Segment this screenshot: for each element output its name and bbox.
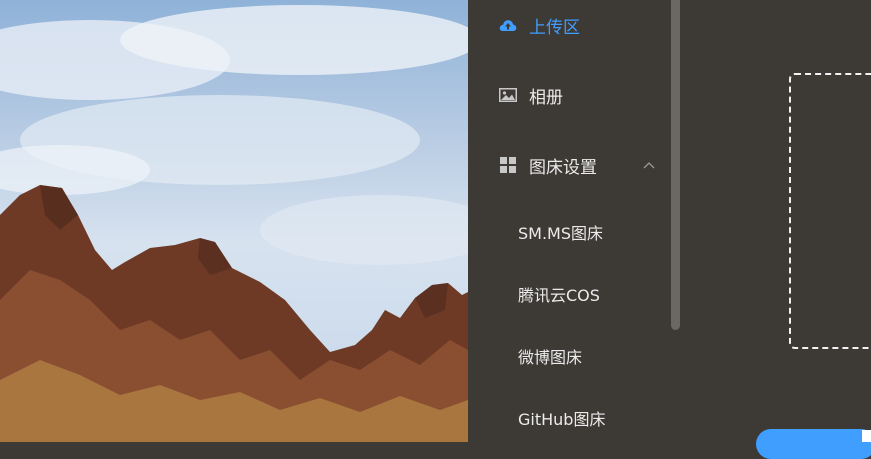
upload-dropzone[interactable] [789,73,871,349]
menu-item-upload-label: 上传区 [529,17,580,38]
sidebar-scrollbar[interactable] [671,0,680,330]
submenu-item-github[interactable]: GitHub图床 [468,393,673,443]
upload-button[interactable] [756,429,871,459]
menu-item-album-label: 相册 [529,87,563,108]
submenu-item-tencent-cos[interactable]: 腾讯云COS [468,269,673,319]
submenu-item-smms[interactable]: SM.MS图床 [468,207,673,257]
picture-icon [499,88,517,102]
background-mountain-image [0,0,468,442]
menu-item-album[interactable]: 相册 [468,70,673,120]
submenu-item-label: 腾讯云COS [518,286,600,305]
menu-item-settings[interactable]: 图床设置 [468,140,673,190]
submenu-item-weibo[interactable]: 微博图床 [468,331,673,381]
submenu-item-label: 微博图床 [518,348,583,367]
submenu-item-label: SM.MS图床 [518,224,604,243]
content-edge [862,430,871,442]
menu-item-settings-label: 图床设置 [529,157,597,178]
cloud-upload-icon [499,20,517,31]
submenu-item-label: GitHub图床 [518,410,606,429]
chevron-up-icon[interactable] [642,160,656,170]
menu-item-upload[interactable]: 上传区 [468,0,673,50]
sidebar-menu: 上传区 相册 图床设置 SM.MS图床 腾讯云COS 微博图床 GitHub图床 [468,0,681,442]
grid-icon [500,157,516,173]
